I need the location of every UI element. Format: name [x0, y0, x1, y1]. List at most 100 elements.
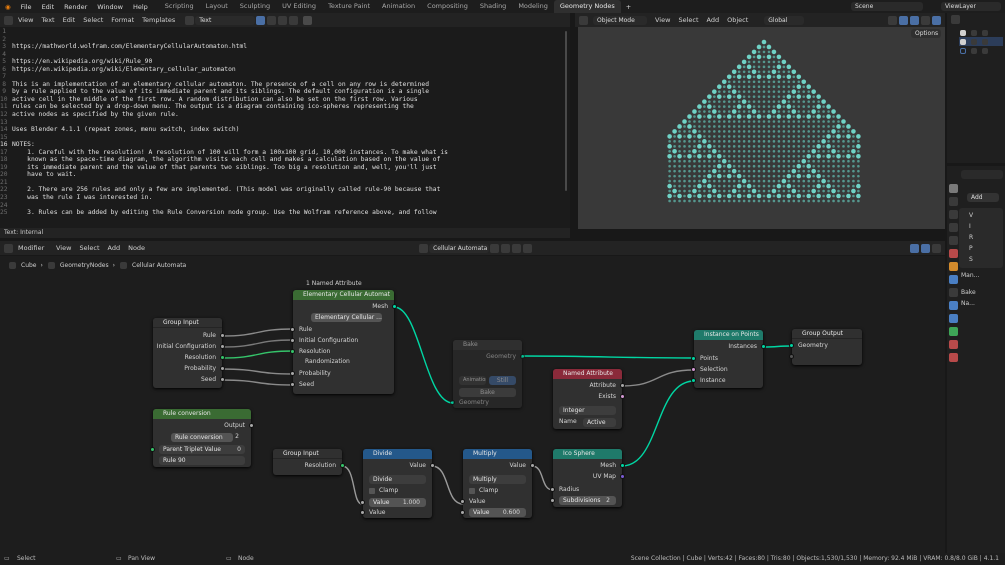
menu-file[interactable]: File	[16, 3, 37, 11]
tab-compositing[interactable]: Compositing	[421, 0, 474, 13]
world-tab-icon[interactable]	[949, 249, 958, 258]
menu-window[interactable]: Window	[92, 3, 128, 11]
visibility-icon[interactable]	[888, 15, 897, 25]
output-socket[interactable]	[220, 366, 225, 371]
texture-tab-icon[interactable]	[949, 353, 958, 362]
rule-dropdown[interactable]: Rule 90	[159, 456, 245, 465]
new-text-icon[interactable]	[267, 15, 277, 25]
menu-help[interactable]: Help	[128, 3, 153, 11]
options-button[interactable]: Options	[911, 29, 941, 38]
input-socket[interactable]	[691, 356, 696, 361]
shield-icon[interactable]	[256, 15, 266, 25]
input-socket[interactable]	[360, 500, 365, 505]
group-output-node[interactable]: Group Output Geometry	[789, 329, 862, 365]
menu-edit[interactable]: Edit	[37, 3, 60, 11]
text-datablock-name[interactable]: Text	[195, 15, 256, 25]
attribute-name-field[interactable]: Active	[583, 418, 616, 427]
gizmo-icon[interactable]	[899, 15, 908, 25]
text-line[interactable]: 25 3. Rules can be added by editing the …	[0, 209, 570, 217]
output-socket[interactable]	[249, 423, 254, 428]
tab-geometry-nodes[interactable]: Geometry Nodes	[553, 0, 621, 13]
output-socket[interactable]	[430, 463, 435, 468]
camera-icon[interactable]	[982, 47, 988, 54]
group-selector[interactable]: Rule conversion	[171, 433, 233, 442]
add-modifier-button[interactable]: Add	[967, 193, 999, 202]
xray-icon[interactable]	[921, 15, 930, 25]
bake-button[interactable]: Bake	[459, 388, 516, 397]
input-socket[interactable]	[550, 487, 555, 492]
viewport-editor-type-icon[interactable]	[579, 15, 588, 25]
add-workspace-icon[interactable]: +	[621, 3, 636, 11]
node-options-icon[interactable]	[932, 243, 941, 253]
group-selector[interactable]: Elementary Cellular ...	[311, 313, 382, 322]
text-line[interactable]: 18 known as the space-time diagram, the …	[0, 156, 570, 164]
physics-tab-icon[interactable]	[949, 301, 958, 310]
viewlayer-selector[interactable]: ViewLayer	[941, 2, 1001, 11]
viewport-menu-view[interactable]: View	[651, 16, 674, 24]
overlay-icon[interactable]	[910, 15, 919, 25]
output-socket[interactable]	[620, 394, 625, 399]
object-mode-dropdown[interactable]: Object Mode	[593, 15, 647, 25]
value-field[interactable]: 1.000	[403, 498, 420, 507]
text-editor-body[interactable]: 1 2 3 https://mathworld.wolfram.com/Element…	[0, 27, 570, 228]
output-socket[interactable]	[620, 383, 625, 388]
text-menu-view[interactable]: View	[14, 16, 37, 24]
bake-node[interactable]: Bake Geometry Animation Still Bake Geome…	[450, 340, 525, 408]
viewport-menu-add[interactable]: Add	[703, 16, 724, 24]
divide-node[interactable]: Divide Value Divide Clamp Value 1.000 Va…	[360, 449, 435, 518]
text-line[interactable]: 6 https://en.wikipedia.org/wiki/Elementar…	[0, 66, 570, 74]
3d-viewport[interactable]: Options	[578, 27, 945, 229]
data-tab-icon[interactable]	[949, 327, 958, 336]
unlink-tree-icon[interactable]	[512, 243, 522, 253]
output-socket[interactable]	[220, 344, 225, 349]
input-socket[interactable]	[450, 400, 455, 405]
text-line[interactable]: 7	[0, 73, 570, 81]
text-line[interactable]: 4	[0, 51, 570, 59]
text-line[interactable]: 11 rules can be selected by a drop-down m…	[0, 103, 570, 111]
input-socket[interactable]	[290, 382, 295, 387]
viewport-menu-select[interactable]: Select	[674, 16, 702, 24]
eye-icon[interactable]	[971, 47, 977, 54]
input-socket[interactable]	[460, 510, 465, 515]
text-menu-templates[interactable]: Templates	[138, 16, 179, 24]
input-socket[interactable]	[290, 371, 295, 376]
outliner[interactable]	[947, 13, 1005, 163]
eye-icon[interactable]	[971, 38, 977, 45]
input-socket[interactable]	[691, 367, 696, 372]
transform-orientation-dropdown[interactable]: Global	[764, 15, 805, 25]
text-line[interactable]: 13	[0, 119, 570, 127]
output-socket[interactable]	[340, 463, 345, 468]
properties-search-input[interactable]	[961, 170, 1003, 179]
checkbox-icon[interactable]	[960, 47, 966, 54]
node-tree-name[interactable]: Cellular Automata	[429, 243, 490, 253]
outliner-row[interactable]	[959, 28, 1003, 37]
scene-selector[interactable]: Scene	[851, 2, 923, 11]
operation-dropdown[interactable]: Multiply	[469, 475, 526, 484]
instance-on-points-node[interactable]: Instance on Points Instances Points Sele…	[691, 330, 766, 388]
node-editor-canvas[interactable]: Cube › GeometryNodes › Cellular Automata…	[0, 256, 945, 553]
eye-icon[interactable]	[971, 29, 977, 36]
close-text-icon[interactable]	[289, 15, 299, 25]
tab-texture-paint[interactable]: Texture Paint	[322, 0, 376, 13]
modifier-tab-icon[interactable]	[949, 275, 958, 284]
parent-triplet-value[interactable]: 0	[237, 445, 241, 454]
open-text-icon[interactable]	[278, 15, 288, 25]
still-toggle[interactable]: Still	[489, 376, 516, 385]
output-socket[interactable]	[392, 304, 397, 309]
node-menu-view[interactable]: View	[52, 244, 75, 252]
tab-scripting[interactable]: Scripting	[159, 0, 200, 13]
checkbox-icon[interactable]	[960, 29, 966, 36]
scene-tab-icon[interactable]	[949, 236, 958, 245]
node-tree-icon[interactable]	[419, 243, 429, 253]
group-input-node[interactable]: Group Input Rule Initial Configuration R…	[153, 318, 225, 388]
text-line[interactable]: 5 https://en.wikipedia.org/wiki/Rule_90	[0, 58, 570, 66]
output-socket[interactable]	[520, 354, 525, 359]
text-line[interactable]: 22 2. There are 256 rules and only a few…	[0, 186, 570, 194]
camera-icon[interactable]	[982, 29, 988, 36]
input-socket[interactable]	[789, 354, 794, 359]
output-socket[interactable]	[761, 344, 766, 349]
text-line[interactable]: 19 its immediate parent and the value of…	[0, 164, 570, 172]
output-socket[interactable]	[620, 463, 625, 468]
input-socket[interactable]	[290, 349, 295, 354]
outliner-row[interactable]	[959, 46, 1003, 55]
